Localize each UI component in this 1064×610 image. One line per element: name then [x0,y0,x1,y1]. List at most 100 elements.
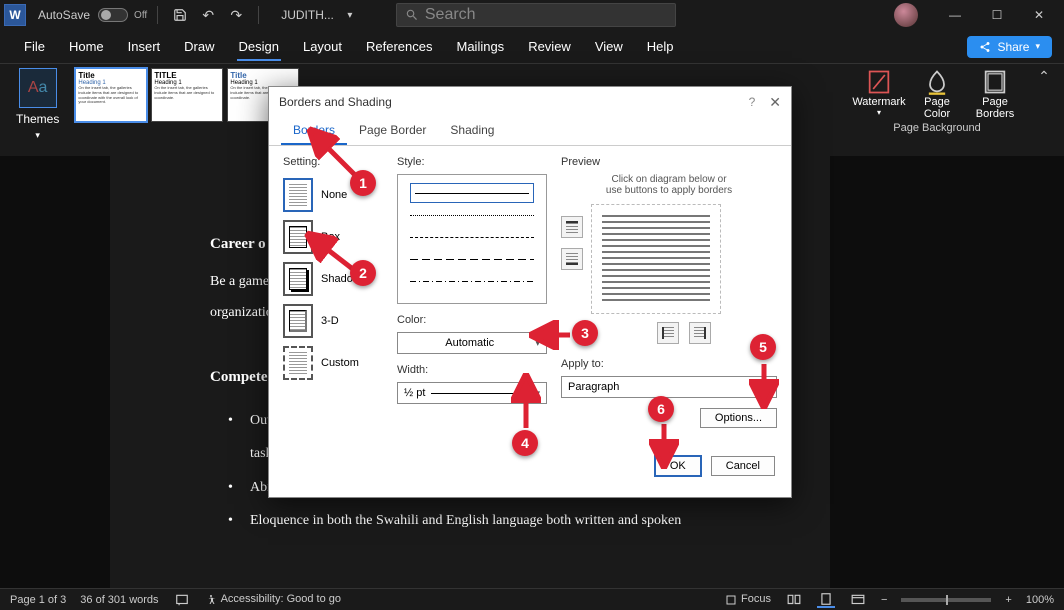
dialog-tab-shading[interactable]: Shading [438,117,506,145]
tab-mailings[interactable]: Mailings [445,33,517,60]
color-label: Color: [397,314,547,326]
word-icon: W [4,4,26,26]
preview-diagram[interactable] [591,204,721,314]
tab-file[interactable]: File [12,33,57,60]
callout-5: 5 [750,334,776,360]
zoom-slider[interactable] [901,598,991,602]
callout-2: 2 [350,260,376,286]
style-item[interactable] [410,249,534,269]
page-color-label: Page Color [924,96,950,120]
tab-help[interactable]: Help [635,33,686,60]
tab-insert[interactable]: Insert [116,33,173,60]
search-icon [405,8,419,22]
divider [258,6,259,24]
setting-custom[interactable]: Custom [283,342,383,384]
border-left-button[interactable] [657,322,679,344]
autosave-toggle[interactable]: Off [98,8,147,22]
statusbar: Page 1 of 3 36 of 301 words Accessibilit… [0,588,1064,610]
page-indicator[interactable]: Page 1 of 3 [10,594,66,606]
accessibility-status[interactable]: Accessibility: Good to go [205,593,341,605]
apply-to-value: Paragraph [568,381,619,393]
spell-check-icon[interactable] [173,592,191,608]
read-mode-icon[interactable] [785,592,803,608]
autosave-state: Off [134,10,147,21]
style-thumb-2[interactable]: TITLEHeading 1On the insert tab, the gal… [151,68,223,122]
share-button[interactable]: Share ▾ [967,36,1052,58]
watermark-button[interactable]: Watermark▾ [854,68,904,120]
accessibility-icon [205,594,217,606]
setting-none-label: None [321,189,347,201]
page-color-button[interactable]: Page Color [912,68,962,120]
border-bottom-button[interactable] [561,248,583,270]
style-thumb-1[interactable]: TitleHeading 1On the insert tab, the gal… [75,68,147,122]
avatar[interactable] [894,3,918,27]
minimize-button[interactable]: — [934,0,976,30]
style-label: Style: [397,156,547,168]
color-dropdown[interactable]: Automatic▾ [397,332,547,354]
tab-home[interactable]: Home [57,33,116,60]
autosave-label: AutoSave [38,8,90,22]
search-input[interactable]: Search [396,3,676,27]
tab-draw[interactable]: Draw [172,33,226,60]
style-item[interactable] [410,183,534,203]
chevron-down-icon[interactable]: ▾ [338,3,362,27]
tab-view[interactable]: View [583,33,635,60]
save-icon[interactable] [168,3,192,27]
style-list[interactable] [397,174,547,304]
collapse-ribbon-icon[interactable]: ⌃ [1032,68,1056,85]
zoom-out-button[interactable]: − [881,594,887,606]
color-value: Automatic [404,337,535,349]
border-right-button[interactable] [689,322,711,344]
setting-3d[interactable]: 3-D [283,300,383,342]
callout-1: 1 [350,170,376,196]
print-layout-icon[interactable] [817,592,835,608]
zoom-in-button[interactable]: + [1005,594,1011,606]
preview-label: Preview [561,156,777,168]
themes-button[interactable]: Aa Themes ▾ [16,68,59,141]
apply-to-dropdown[interactable]: Paragraph▾ [561,376,777,398]
style-item[interactable] [410,271,534,291]
preview-hint: Click on diagram below oruse buttons to … [561,174,777,196]
web-layout-icon[interactable] [849,592,867,608]
tab-references[interactable]: References [354,33,444,60]
page-color-icon [923,68,951,96]
search-placeholder: Search [425,6,476,24]
style-gallery[interactable]: TitleHeading 1On the insert tab, the gal… [75,64,299,156]
titlebar: W AutoSave Off ↶ ↷ JUDITH... ▾ Search — … [0,0,1064,30]
page-background-label: Page Background [893,122,980,134]
page-borders-label: Page Borders [976,96,1015,120]
style-item[interactable] [410,227,534,247]
list-item: Eloquence in both the Swahili and Englis… [210,504,730,538]
document-name[interactable]: JUDITH... [281,8,334,22]
undo-icon[interactable]: ↶ [196,3,220,27]
options-button[interactable]: Options... [700,408,777,428]
tab-layout[interactable]: Layout [291,33,354,60]
word-count[interactable]: 36 of 301 words [80,594,158,606]
page-borders-icon [981,68,1009,96]
dialog-title: Borders and Shading [279,95,392,109]
focus-button[interactable]: Focus [725,593,771,605]
close-icon[interactable]: ✕ [769,94,781,111]
close-button[interactable]: ✕ [1018,0,1060,30]
ribbon-tabs: File Home Insert Draw Design Layout Refe… [0,30,1064,64]
callout-6: 6 [648,396,674,422]
cancel-button[interactable]: Cancel [711,456,775,476]
help-icon[interactable]: ? [749,95,756,109]
chevron-down-icon: ▾ [535,388,540,399]
tab-design[interactable]: Design [227,33,291,60]
watermark-label: Watermark [852,96,905,108]
page-borders-button[interactable]: Page Borders [970,68,1020,120]
setting-custom-label: Custom [321,357,359,369]
themes-label: Themes [16,112,59,126]
tab-review[interactable]: Review [516,33,583,60]
themes-icon: Aa [19,68,57,108]
border-top-button[interactable] [561,216,583,238]
callout-4: 4 [512,430,538,456]
zoom-level[interactable]: 100% [1026,594,1054,606]
setting-3d-label: 3-D [321,315,339,327]
style-item[interactable] [410,205,534,225]
redo-icon[interactable]: ↷ [224,3,248,27]
focus-icon [725,594,737,606]
callout-3: 3 [572,320,598,346]
maximize-button[interactable]: ☐ [976,0,1018,30]
